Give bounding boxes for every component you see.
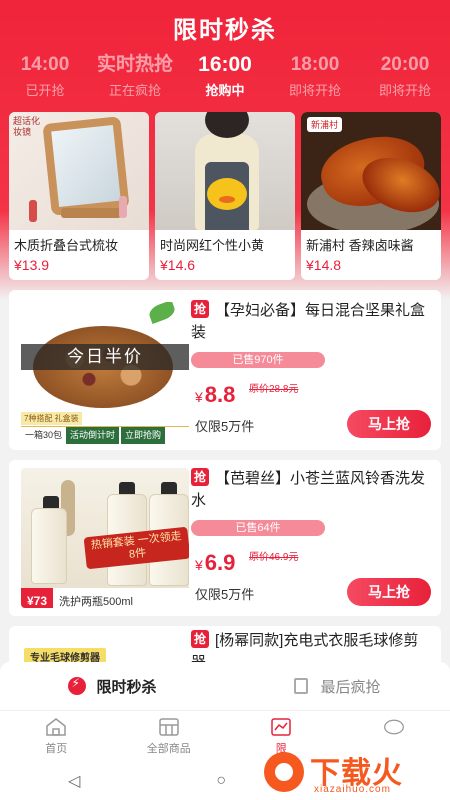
home-icon — [46, 718, 66, 736]
lightning-icon — [68, 676, 87, 695]
hourglass-icon — [294, 678, 309, 694]
page-title: 限时秒杀 — [173, 17, 277, 44]
image-desc: 洗护两瓶500ml — [59, 596, 133, 608]
mirror-base-shape — [61, 208, 121, 218]
price-value: 6.9 — [204, 550, 236, 575]
grid-icon — [159, 718, 179, 736]
buy-now-button[interactable]: 马上抢 — [347, 578, 431, 606]
buy-now-button[interactable]: 马上抢 — [347, 410, 431, 438]
tab-label: 最后疯抢 — [320, 678, 381, 696]
duck-shape — [207, 178, 247, 210]
tab-label: 限时秒杀 — [96, 678, 157, 696]
timeslot-1400[interactable]: 14:00 已开抢 — [0, 52, 90, 102]
timeslot-1600[interactable]: 16:00 抢购中 — [180, 52, 270, 102]
product-title: 抢【孕妇必备】每日混合坚果礼盒装 — [191, 300, 431, 344]
timeslot-time: 实时热抢 — [96, 54, 173, 75]
current-price: ¥6.9 — [195, 550, 235, 576]
timeslot-status: 正在疯抢 — [108, 83, 161, 98]
product-price: ¥14.8 — [306, 257, 342, 273]
currency-symbol: ¥ — [195, 389, 203, 405]
original-price: 原价46.9元 — [249, 548, 298, 563]
tab-flash-sale[interactable]: 限时秒杀 — [0, 662, 225, 710]
back-button[interactable]: ◁ — [68, 771, 80, 791]
image-strip: 一箱30包 活动倒计时 立即抢购 — [21, 426, 189, 444]
brand-logo: 新浦村 — [307, 117, 343, 132]
product-title-text: [杨幂同款]充电式衣服毛球修剪器 — [191, 632, 419, 666]
image-strip: ¥73 洗护两瓶500ml — [21, 588, 189, 608]
strip-text: 活动倒计时 — [66, 427, 120, 444]
bottle-shape — [31, 508, 67, 584]
product-price: ¥14.6 — [160, 257, 196, 273]
timeslot-hot[interactable]: 实时热抢 正在疯抢 — [90, 52, 180, 102]
product-price: ¥13.9 — [14, 257, 50, 273]
chart-icon — [271, 718, 291, 736]
bottle-shape — [29, 200, 37, 222]
sold-count-badge: 已售64件 — [191, 520, 325, 536]
profile-icon — [383, 719, 404, 735]
limit-text: 仅限5万件 — [195, 587, 255, 602]
home-button[interactable]: ○ — [216, 772, 226, 790]
nav-item-home[interactable]: 首页 — [0, 711, 113, 762]
current-price: ¥8.8 — [195, 382, 235, 408]
product-name: 新浦村 香辣卤味酱 — [306, 238, 414, 253]
product-title-text: 【芭碧丝】小苍兰蓝风铃香洗发水 — [191, 470, 426, 509]
nuts-image: 今日半价 7种搭配 礼盒装 一箱30包 活动倒计时 立即抢购 — [21, 302, 189, 448]
grab-tag: 抢 — [191, 300, 209, 318]
timeslot-bar: 14:00 已开抢 实时热抢 正在疯抢 16:00 抢购中 18:00 即将开抢… — [0, 52, 450, 102]
original-price: 原价28.8元 — [249, 380, 298, 395]
price-value: 8.8 — [204, 382, 236, 407]
grab-tag: 抢 — [191, 630, 209, 648]
timeslot-time: 16:00 — [198, 53, 252, 76]
product-title-text: 【孕妇必备】每日混合坚果礼盒装 — [191, 302, 426, 341]
bottle-shape — [119, 196, 127, 218]
mirror-shape — [42, 116, 130, 216]
featured-products: 超话化妆镜 木质折叠台式梳妆 ¥13.9 时尚网红个性小黄 ¥14.6 新浦村 … — [9, 112, 441, 280]
product-title: 抢【芭碧丝】小苍兰蓝风铃香洗发水 — [191, 468, 431, 512]
leaf-shape — [147, 302, 177, 324]
timeslot-status: 已开抢 — [25, 83, 65, 98]
tab-last-rush[interactable]: 最后疯抢 — [225, 662, 450, 710]
sold-count-badge: 已售970件 — [191, 352, 325, 368]
timeslot-time: 14:00 — [20, 54, 70, 75]
timeslot-1800[interactable]: 18:00 即将开抢 — [270, 52, 360, 102]
product-card-shampoo[interactable]: 热销套装 一次领走8件 ¥73 洗护两瓶500ml 抢【芭碧丝】小苍兰蓝风铃香洗… — [9, 460, 441, 616]
section-tabs: 限时秒杀 最后疯抢 — [0, 662, 450, 710]
timeslot-status: 即将开抢 — [378, 83, 431, 98]
timeslot-status: 抢购中 — [205, 83, 245, 98]
limit-text: 仅限5万件 — [195, 419, 255, 434]
shampoo-image: 热销套装 一次领走8件 ¥73 洗护两瓶500ml — [21, 468, 189, 608]
product-name: 木质折叠台式梳妆 — [14, 238, 119, 253]
watermark-icon — [264, 752, 304, 792]
nav-label: 全部商品 — [146, 743, 191, 755]
grab-tag: 抢 — [191, 468, 209, 486]
product-name: 时尚网红个性小黄 — [160, 238, 265, 253]
strip-text: 一箱30包 — [25, 430, 63, 440]
watermark-logo: 下载火 xiazaihuo.com — [264, 746, 442, 798]
watermark-sub: xiazaihuo.com — [314, 784, 391, 795]
original-price-text: 原价46.9元 — [249, 552, 299, 563]
product-title: 抢 [杨幂同款]充电式衣服毛球修剪器 — [191, 630, 431, 666]
nav-item-all-products[interactable]: 全部商品 — [113, 711, 226, 762]
featured-card-mirror[interactable]: 超话化妆镜 木质折叠台式梳妆 ¥13.9 — [9, 112, 149, 280]
duck-bag-image — [155, 112, 295, 230]
image-tag: 超话化妆镜 — [13, 116, 41, 137]
mirror-image: 超话化妆镜 — [9, 112, 149, 230]
nav-label: 首页 — [45, 743, 68, 755]
half-price-banner: 今日半价 — [21, 344, 189, 370]
braised-food-image: 新浦村 — [301, 112, 441, 230]
original-price-text: 原价28.8元 — [249, 384, 299, 395]
timeslot-2000[interactable]: 20:00 即将开抢 — [360, 52, 450, 102]
featured-card-braised[interactable]: 新浦村 新浦村 香辣卤味酱 ¥14.8 — [301, 112, 441, 280]
currency-symbol: ¥ — [195, 557, 203, 573]
strip-text: 立即抢购 — [121, 427, 166, 444]
timeslot-status: 即将开抢 — [288, 83, 341, 98]
image-price: ¥73 — [21, 588, 54, 608]
product-card-nuts[interactable]: 今日半价 7种搭配 礼盒装 一箱30包 活动倒计时 立即抢购 抢【孕妇必备】每日… — [9, 290, 441, 450]
timeslot-time: 18:00 — [290, 54, 340, 75]
timeslot-time: 20:00 — [380, 54, 430, 75]
featured-card-duck-bag[interactable]: 时尚网红个性小黄 ¥14.6 — [155, 112, 295, 280]
image-tag: 7种搭配 礼盒装 — [21, 412, 82, 425]
